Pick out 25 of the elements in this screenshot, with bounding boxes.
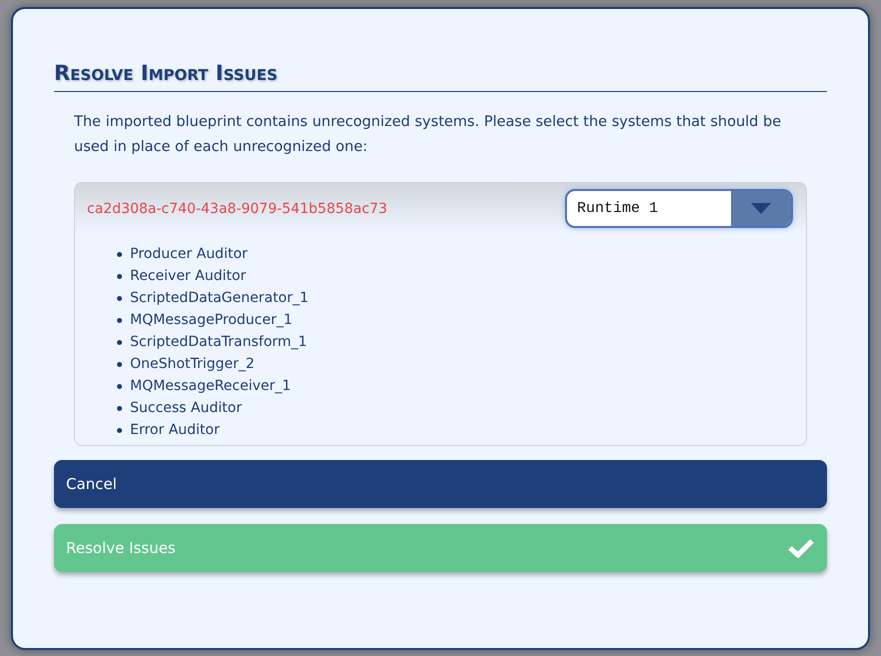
system-name: Error Auditor	[130, 421, 220, 440]
bullet-icon	[117, 362, 122, 366]
system-name: ScriptedDataTransform_1	[130, 333, 308, 352]
bullet-icon	[117, 252, 122, 256]
system-name: ScriptedDataGenerator_1	[130, 289, 309, 308]
system-dropdown[interactable]: Runtime 1	[565, 189, 793, 228]
bullet-icon	[117, 340, 122, 344]
bullet-icon	[117, 296, 122, 300]
bullet-icon	[117, 274, 122, 278]
bullet-icon	[117, 384, 122, 388]
checkmark-icon	[788, 538, 814, 558]
cancel-button[interactable]: Cancel	[54, 460, 827, 508]
bullet-icon	[117, 428, 122, 432]
system-name: OneShotTrigger_2	[130, 355, 255, 374]
unrecognized-system-id: ca2d308a-c740-43a8-9079-541b5858ac73	[87, 200, 388, 216]
system-name: Receiver Auditor	[130, 267, 246, 286]
system-name: Producer Auditor	[130, 245, 248, 264]
instruction-text: The imported blueprint contains unrecognized systems. Please select the systems that should be used in place of each unrecognized one:	[74, 113, 782, 157]
bullet-icon	[117, 406, 122, 410]
bullet-icon	[117, 318, 122, 322]
system-name: MQMessageReceiver_1	[130, 377, 291, 396]
caret-icon	[751, 203, 771, 214]
dialog-title: Resolve Import Issues	[54, 61, 827, 92]
system-name: Success Auditor	[130, 399, 242, 418]
system-name: MQMessageProducer_1	[130, 311, 292, 330]
